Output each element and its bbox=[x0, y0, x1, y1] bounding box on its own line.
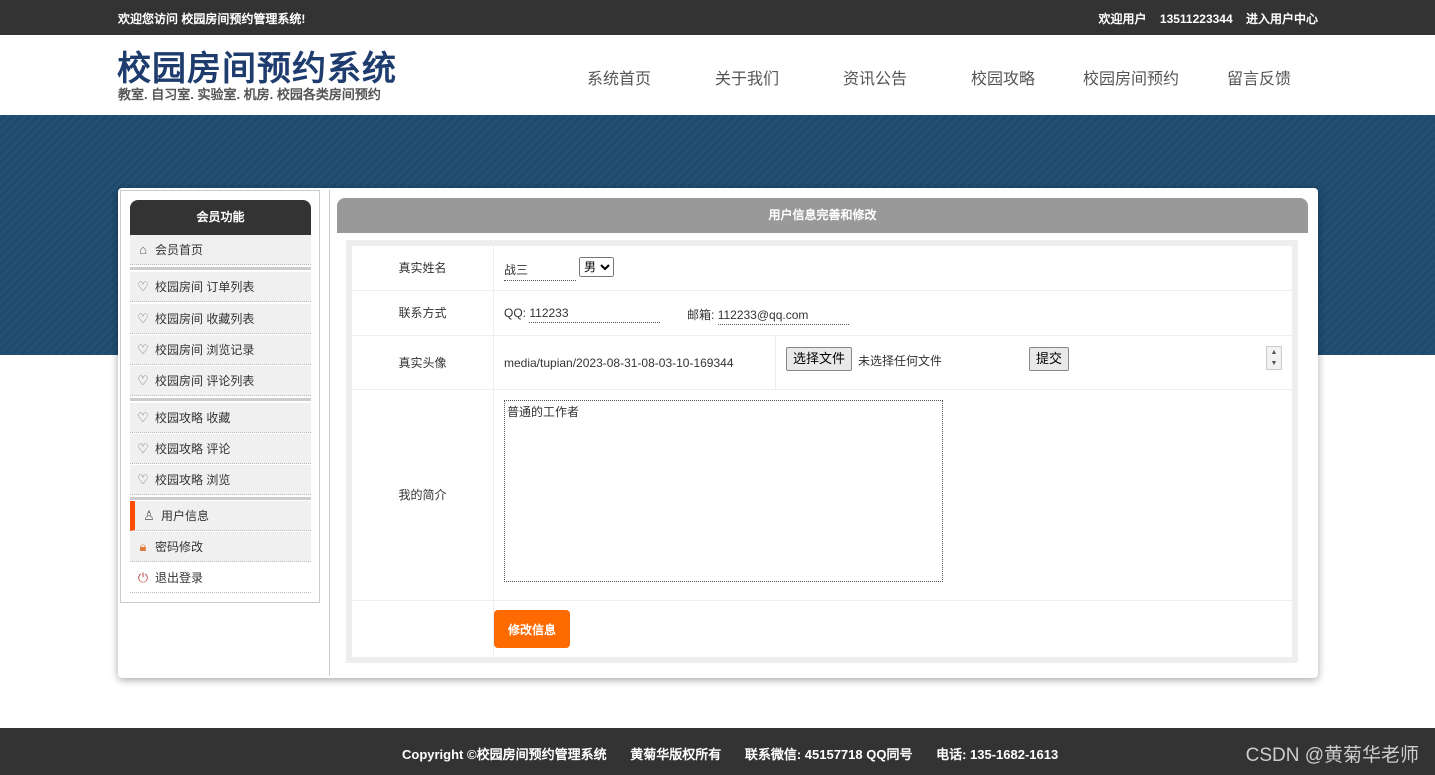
content-panel: 用户信息完善和修改 真实姓名 战三 男 联系方式 QQ: 112233 邮箱: … bbox=[329, 190, 1318, 676]
sidebar-item-guide-favorites[interactable]: ♡ 校园攻略 收藏 bbox=[130, 403, 311, 433]
sidebar-item-label: 退出登录 bbox=[155, 571, 204, 585]
intro-label: 我的简介 bbox=[352, 390, 494, 600]
row-submit bbox=[352, 601, 1292, 657]
user-label: 欢迎用户 bbox=[1098, 12, 1147, 26]
sidebar-item-label: 校园房间 收藏列表 bbox=[155, 312, 255, 326]
sidebar-item-room-orders[interactable]: ♡ 校园房间 订单列表 bbox=[130, 272, 311, 302]
sidebar-item-label: 校园攻略 收藏 bbox=[155, 411, 231, 425]
email-input[interactable]: 112233@qq.com bbox=[717, 308, 849, 325]
site-subtitle: 教室. 自习室. 实验室. 机房. 校园各类房间预约 bbox=[118, 87, 381, 102]
shield-icon: ♡ bbox=[137, 279, 149, 294]
nav-booking[interactable]: 校园房间预约 bbox=[1067, 65, 1195, 89]
scroll-stepper[interactable]: ▲ ▼ bbox=[1266, 346, 1282, 370]
user-info: 欢迎用户 13511223344 进入用户中心 bbox=[1089, 10, 1318, 27]
sidebar-divider bbox=[130, 497, 311, 500]
qq-label: QQ: bbox=[504, 306, 527, 320]
power-icon: ⏻ bbox=[137, 570, 149, 585]
shield-icon: ♡ bbox=[137, 441, 149, 456]
wechat-text: 联系微信: 45157718 QQ同号 bbox=[744, 747, 913, 762]
sidebar-item-logout[interactable]: ⏻ 退出登录 bbox=[130, 563, 311, 593]
watermark: CSDN @黄菊华老师 bbox=[1245, 745, 1419, 766]
upload-submit-button[interactable]: 提交 bbox=[1029, 347, 1070, 371]
top-bar: 欢迎您访问 校园房间预约管理系统! 欢迎用户 13511223344 进入用户中… bbox=[0, 0, 1435, 35]
copyright-text: Copyright ©校园房间预约管理系统 bbox=[402, 747, 607, 762]
sidebar-title: 会员功能 bbox=[130, 200, 311, 235]
user-info-form: 真实姓名 战三 男 联系方式 QQ: 112233 邮箱: 112233@qq.… bbox=[352, 246, 1292, 657]
user-phone: 13511223344 bbox=[1159, 12, 1233, 26]
sidebar-item-user-info[interactable]: ♙ 用户信息 bbox=[130, 501, 311, 531]
nav-home[interactable]: 系统首页 bbox=[555, 65, 683, 89]
intro-textarea[interactable]: 普通的工作者 bbox=[504, 400, 943, 582]
shield-icon: ♡ bbox=[137, 342, 149, 357]
no-file-text: 未选择任何文件 bbox=[858, 354, 943, 368]
avatar-label: 真实头像 bbox=[352, 336, 494, 389]
owner-text: 黄菊华版权所有 bbox=[630, 747, 722, 762]
site-title: 校园房间预约系统 bbox=[117, 50, 397, 88]
shield-icon: ♡ bbox=[137, 472, 149, 487]
choose-file-button[interactable]: 选择文件 bbox=[786, 347, 853, 371]
user-icon: ♙ bbox=[143, 508, 155, 523]
welcome-text: 欢迎您访问 校园房间预约管理系统! bbox=[118, 12, 306, 26]
avatar-path: media/tupian/2023-08-31-08-03-10-169344 bbox=[504, 356, 734, 370]
footer-copyright: Copyright ©校园房间预约管理系统 黄菊华版权所有 联系微信: 4515… bbox=[402, 744, 1078, 763]
home-icon: ⌂ bbox=[139, 242, 147, 257]
qq-field: QQ: 112233 bbox=[504, 306, 661, 323]
sidebar-item-label: 校园攻略 评论 bbox=[155, 442, 231, 456]
sidebar-item-room-favorites[interactable]: ♡ 校园房间 收藏列表 bbox=[130, 304, 311, 334]
sidebar-item-label: 校园房间 评论列表 bbox=[155, 374, 255, 388]
nav-news[interactable]: 资讯公告 bbox=[811, 65, 939, 89]
update-info-button[interactable]: 修改信息 bbox=[494, 610, 570, 648]
sidebar-item-label: 校园房间 浏览记录 bbox=[155, 343, 255, 357]
header: 校园房间预约系统 教室. 自习室. 实验室. 机房. 校园各类房间预约 系统首页… bbox=[0, 35, 1435, 115]
real-name-label: 真实姓名 bbox=[352, 246, 494, 290]
email-field: 邮箱: 112233@qq.com bbox=[687, 306, 849, 325]
real-name-input[interactable]: 战三 bbox=[504, 261, 576, 281]
sidebar-item-label: 密码修改 bbox=[155, 540, 204, 554]
sidebar-divider bbox=[130, 398, 311, 401]
main-card: 会员功能 ⌂ 会员首页 ♡ 校园房间 订单列表 ♡ 校园房间 收藏列表 ♡ 校园… bbox=[118, 188, 1318, 678]
row-avatar: 真实头像 media/tupian/2023-08-31-08-03-10-16… bbox=[352, 336, 1292, 390]
nav-feedback[interactable]: 留言反馈 bbox=[1195, 65, 1323, 89]
main-nav: 系统首页 关于我们 资讯公告 校园攻略 校园房间预约 留言反馈 bbox=[555, 65, 1323, 89]
member-sidebar: 会员功能 ⌂ 会员首页 ♡ 校园房间 订单列表 ♡ 校园房间 收藏列表 ♡ 校园… bbox=[120, 190, 320, 603]
sidebar-item-label: 校园房间 订单列表 bbox=[155, 280, 255, 294]
chevron-down-icon[interactable]: ▼ bbox=[1267, 358, 1281, 369]
sidebar-divider bbox=[130, 267, 311, 270]
nav-guide[interactable]: 校园攻略 bbox=[939, 65, 1067, 89]
sidebar-item-change-password[interactable]: 🔒︎ 密码修改 bbox=[130, 532, 311, 562]
row-contact: 联系方式 QQ: 112233 邮箱: 112233@qq.com bbox=[352, 291, 1292, 336]
sidebar-item-label: 用户信息 bbox=[161, 509, 210, 523]
email-label: 邮箱: bbox=[687, 308, 715, 322]
sidebar-item-label: 会员首页 bbox=[155, 243, 204, 257]
column-divider bbox=[775, 336, 776, 390]
contact-label: 联系方式 bbox=[352, 291, 494, 335]
chevron-up-icon[interactable]: ▲ bbox=[1267, 347, 1281, 358]
user-center-link[interactable]: 进入用户中心 bbox=[1246, 12, 1318, 26]
form-wrapper: 真实姓名 战三 男 联系方式 QQ: 112233 邮箱: 112233@qq.… bbox=[346, 240, 1298, 663]
submit-label-cell bbox=[352, 601, 494, 657]
sidebar-item-guide-history[interactable]: ♡ 校园攻略 浏览 bbox=[130, 465, 311, 495]
shield-icon: ♡ bbox=[137, 373, 149, 388]
sidebar-item-guide-comments[interactable]: ♡ 校园攻略 评论 bbox=[130, 434, 311, 464]
sex-select[interactable]: 男 bbox=[579, 257, 614, 277]
sidebar-item-label: 校园攻略 浏览 bbox=[155, 473, 231, 487]
sidebar-item-room-comments[interactable]: ♡ 校园房间 评论列表 bbox=[130, 366, 311, 396]
shield-icon: ♡ bbox=[137, 410, 149, 425]
sidebar-item-member-home[interactable]: ⌂ 会员首页 bbox=[130, 235, 311, 265]
lock-icon: 🔒︎ bbox=[139, 539, 147, 554]
sidebar-item-room-history[interactable]: ♡ 校园房间 浏览记录 bbox=[130, 335, 311, 365]
qq-input[interactable]: 112233 bbox=[529, 306, 661, 323]
panel-title: 用户信息完善和修改 bbox=[337, 198, 1308, 233]
nav-about[interactable]: 关于我们 bbox=[683, 65, 811, 89]
footer: Copyright ©校园房间预约管理系统 黄菊华版权所有 联系微信: 4515… bbox=[0, 728, 1435, 775]
shield-icon: ♡ bbox=[137, 311, 149, 326]
phone-text: 电话: 135-1682-1613 bbox=[936, 747, 1059, 762]
row-real-name: 真实姓名 战三 男 bbox=[352, 246, 1292, 291]
